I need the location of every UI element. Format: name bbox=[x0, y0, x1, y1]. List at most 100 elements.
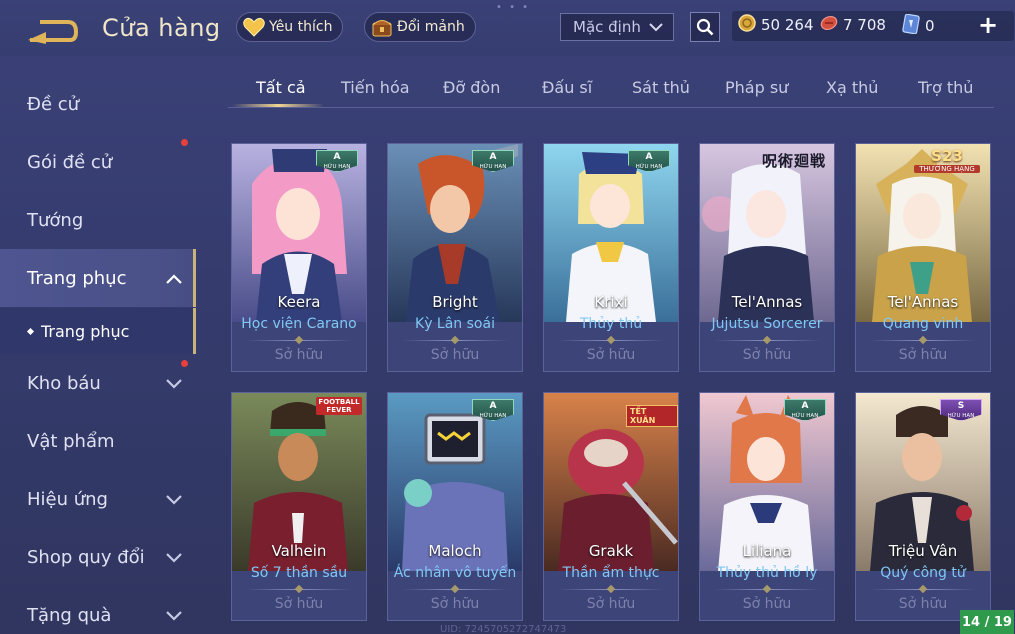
page-indicator: 14 / 19 bbox=[960, 610, 1014, 634]
hero-name: Maloch bbox=[428, 542, 482, 560]
crystal-amount: 0 bbox=[925, 17, 935, 35]
sidebar-item-label: Tướng bbox=[27, 209, 84, 231]
tab-all[interactable]: Tất cả bbox=[256, 78, 306, 97]
gold-currency: 50 264 bbox=[738, 14, 814, 36]
skin-card[interactable]: TẾT XUÂN Grakk Thần ẩm thực Sở hữu bbox=[543, 392, 679, 621]
skin-name: Ác nhân vô tuyến bbox=[393, 565, 517, 581]
notification-dot bbox=[181, 139, 188, 146]
search-icon bbox=[696, 18, 714, 36]
chevron-down-icon bbox=[166, 605, 182, 626]
divider bbox=[558, 340, 664, 341]
sidebar-item-label: Hiệu ứng bbox=[27, 488, 108, 510]
chevron-down-icon bbox=[166, 547, 182, 568]
sort-value: Mặc định bbox=[573, 18, 641, 36]
sidebar-item-recommended-packs[interactable]: Gói đề cử bbox=[0, 133, 196, 191]
skin-card[interactable]: FOOTBALL FEVER Valhein Số 7 thần sầu Sở … bbox=[231, 392, 367, 621]
gold-coin-icon bbox=[738, 14, 756, 36]
sort-dropdown[interactable]: Mặc định bbox=[560, 13, 674, 41]
divider bbox=[870, 589, 976, 590]
hero-name: Tel'Annas bbox=[887, 293, 959, 311]
heart-icon bbox=[243, 16, 265, 38]
page-title: Cửa hàng bbox=[102, 14, 221, 42]
tab-support[interactable]: Trợ thủ bbox=[918, 78, 973, 97]
crystal-card-icon bbox=[902, 13, 920, 38]
sidebar-item-effects[interactable]: Hiệu ứng bbox=[0, 470, 196, 528]
tab-marksman[interactable]: Xạ thủ bbox=[826, 78, 878, 97]
favorite-label: Yêu thích bbox=[269, 19, 333, 35]
owned-status: Sở hữu bbox=[586, 596, 636, 612]
sidebar-item-items[interactable]: Vật phẩm bbox=[0, 412, 196, 470]
tab-evolution[interactable]: Tiến hóa bbox=[341, 78, 410, 97]
user-id-text: UID: 7245705272747473 bbox=[440, 624, 567, 634]
sidebar-item-label: Shop quy đổi bbox=[27, 546, 145, 568]
skin-name: Thủy thủ hồ ly bbox=[716, 565, 818, 581]
sidebar-item-treasure[interactable]: Kho báu bbox=[0, 354, 196, 412]
tet-festival-badge: TẾT XUÂN bbox=[626, 405, 678, 427]
divider bbox=[870, 340, 976, 341]
sidebar-item-label: Gói đề cử bbox=[27, 151, 113, 173]
top-bar: Cửa hàng Yêu thích Đổi mảnh • • • Mặc đị… bbox=[0, 0, 1015, 56]
skin-name: Thần ẩm thực bbox=[562, 565, 660, 581]
skin-name: Quang vinh bbox=[882, 316, 964, 332]
skin-card[interactable]: 呪術廻戦 Tel'Annas Jujutsu Sorcerer Sở hữu bbox=[699, 143, 835, 372]
hero-name: Liliana bbox=[742, 542, 792, 560]
skin-name: Số 7 thần sầu bbox=[250, 565, 348, 581]
hero-name: Tel'Annas bbox=[731, 293, 803, 311]
back-button[interactable] bbox=[26, 14, 79, 46]
sidebar-item-label: Tặng quà bbox=[27, 604, 112, 626]
search-button[interactable] bbox=[690, 12, 720, 42]
skin-card[interactable]: A HỮU HẠN Maloch Ác nhân vô tuyến Sở hữu bbox=[387, 392, 523, 621]
bullet-icon bbox=[26, 327, 35, 335]
menu-dots-icon[interactable]: • • • bbox=[496, 2, 530, 13]
gold-amount: 50 264 bbox=[761, 16, 814, 34]
voucher-amount: 7 708 bbox=[843, 16, 886, 34]
skin-name: Thủy thủ bbox=[579, 316, 643, 332]
divider bbox=[402, 340, 508, 341]
hero-name: Triệu Vân bbox=[888, 542, 958, 560]
favorite-button[interactable]: Yêu thích bbox=[236, 12, 344, 42]
owned-status: Sở hữu bbox=[898, 347, 948, 363]
skin-card[interactable]: A HỮU HẠN Krixi Thủy thủ Sở hữu bbox=[543, 143, 679, 372]
tab-tank[interactable]: Đỡ đòn bbox=[443, 78, 500, 97]
skin-card[interactable]: A HỮU HẠN Liliana Thủy thủ hồ ly Sở hữu bbox=[699, 392, 835, 621]
owned-status: Sở hữu bbox=[430, 596, 480, 612]
tab-warrior[interactable]: Đấu sĩ bbox=[542, 78, 592, 97]
add-currency-button[interactable]: + bbox=[978, 10, 998, 40]
skin-card[interactable]: S23 THƯỞNG HẠNG Tel'Annas Quang vinh Sở … bbox=[855, 143, 991, 372]
skin-card[interactable]: S HỮU HẠN Triệu Vân Quý công tử Sở hữu bbox=[855, 392, 991, 621]
sidebar-item-exchange-shop[interactable]: Shop quy đổi bbox=[0, 528, 196, 586]
divider bbox=[714, 340, 820, 341]
crystal-currency: 0 bbox=[902, 13, 935, 38]
divider bbox=[246, 340, 352, 341]
tab-mage[interactable]: Pháp sư bbox=[725, 78, 788, 97]
sidebar: Đề cử Gói đề cử Tướng Trang phục Trang p… bbox=[0, 56, 196, 634]
sidebar-item-skins[interactable]: Trang phục bbox=[0, 249, 196, 307]
tab-assassin[interactable]: Sát thủ bbox=[632, 78, 690, 97]
owned-status: Sở hữu bbox=[742, 347, 792, 363]
skin-name: Học viện Carano bbox=[241, 316, 357, 332]
owned-status: Sở hữu bbox=[274, 347, 324, 363]
divider bbox=[714, 589, 820, 590]
sidebar-item-recommended[interactable]: Đề cử bbox=[0, 75, 196, 133]
skin-card[interactable]: A HỮU HẠN Bright Kỳ Lân soái Sở hữu bbox=[387, 143, 523, 372]
hero-name: Krixi bbox=[594, 293, 628, 311]
chevron-down-icon bbox=[649, 18, 663, 36]
voucher-currency: 7 708 bbox=[820, 14, 886, 36]
skin-name: Kỳ Lân soái bbox=[415, 316, 495, 332]
back-arrow-icon bbox=[28, 20, 79, 44]
owned-status: Sở hữu bbox=[430, 347, 480, 363]
treasure-chest-icon bbox=[371, 16, 393, 38]
skin-name: Quý công tử bbox=[880, 565, 966, 581]
exchange-shards-button[interactable]: Đổi mảnh bbox=[364, 12, 476, 42]
hero-name: Bright bbox=[432, 293, 478, 311]
chevron-down-icon bbox=[166, 489, 182, 510]
sidebar-item-gifts[interactable]: Tặng quà bbox=[0, 586, 196, 634]
exchange-label: Đổi mảnh bbox=[397, 19, 465, 35]
sidebar-subitem-skins[interactable]: Trang phục bbox=[0, 308, 196, 354]
owned-status: Sở hữu bbox=[742, 596, 792, 612]
sidebar-item-heroes[interactable]: Tướng bbox=[0, 191, 196, 249]
hero-name: Valhein bbox=[271, 542, 327, 560]
skin-card[interactable]: A HỮU HẠN Keera Học viện Carano Sở hữu bbox=[231, 143, 367, 372]
active-tab-indicator bbox=[232, 104, 324, 107]
jujutsu-kaisen-logo: 呪術廻戦 bbox=[762, 152, 827, 170]
